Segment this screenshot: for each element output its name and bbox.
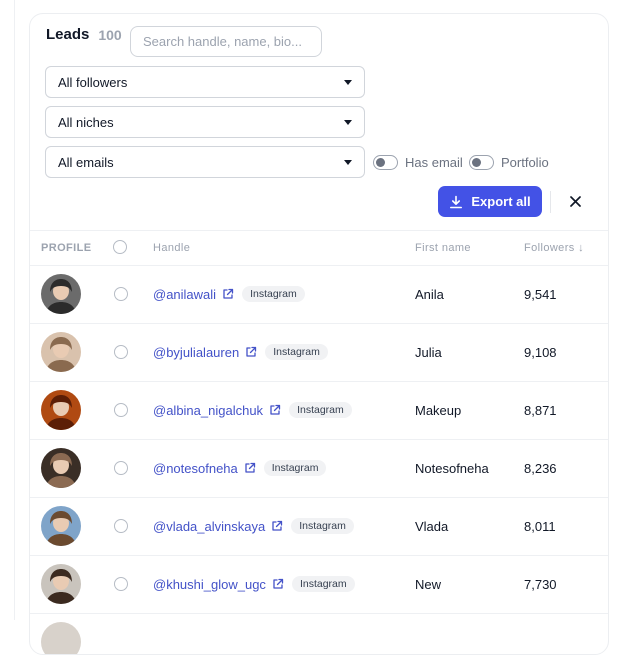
portfolio-toggle[interactable] [469,155,494,170]
table-header: PROFILE Handle First name Followers ↓ [30,230,608,266]
avatar [41,332,81,372]
table-row[interactable]: @anilawali Instagram Anila 9,541 [30,266,608,324]
niches-filter-select[interactable]: All niches [45,106,365,138]
column-header-profile: PROFILE [41,242,92,254]
toolbar-divider [550,191,551,213]
handle-cell: @khushi_glow_ugc Instagram [153,576,355,592]
select-all-checkbox[interactable] [113,240,127,254]
handle-cell: @notesofneha Instagram [153,460,327,476]
leads-header: Leads 100 [46,26,122,43]
handle-cell: @albina_nigalchuk Instagram [153,402,352,418]
first-name-cell: Notesofneha [415,461,489,476]
followers-filter-value: All followers [58,74,128,90]
handle-link[interactable]: @khushi_glow_ugc [153,577,266,592]
handle-cell: @anilawali Instagram [153,286,305,302]
platform-badge: Instagram [291,518,354,534]
handle-link[interactable]: @vlada_alvinskaya [153,519,265,534]
external-link-icon[interactable] [272,578,284,590]
avatar [41,506,81,546]
followers-cell: 9,108 [524,345,557,360]
followers-filter-select[interactable]: All followers [45,66,365,98]
row-checkbox[interactable] [114,403,128,417]
platform-badge: Instagram [291,576,355,592]
row-checkbox[interactable] [114,287,128,301]
avatar [41,448,81,488]
emails-filter-select[interactable]: All emails [45,146,365,178]
leads-count: 100 [98,26,122,43]
portfolio-label: Portfolio [501,155,549,170]
portfolio-toggle-group: Portfolio [469,155,549,170]
export-all-label: Export all [471,194,531,209]
first-name-cell: Makeup [415,403,462,418]
leads-table: PROFILE Handle First name Followers ↓ @a… [30,230,608,654]
column-header-handle: Handle [153,242,191,254]
followers-cell: 9,541 [524,287,557,302]
export-all-button[interactable]: Export all [438,186,542,217]
chevron-down-icon [344,160,352,165]
external-link-icon[interactable] [245,346,257,358]
platform-badge: Instagram [265,344,328,360]
table-row[interactable] [30,614,608,654]
close-icon [569,195,581,207]
has-email-toggle[interactable] [373,155,398,170]
handle-cell: @vlada_alvinskaya Instagram [153,518,354,534]
first-name-cell: Anila [415,287,444,302]
handle-cell: @byjulialauren Instagram [153,344,328,360]
emails-filter-value: All emails [58,154,114,170]
first-name-cell: Vlada [415,519,449,534]
followers-cell: 8,236 [524,461,557,476]
external-link-icon[interactable] [271,520,283,532]
avatar [41,622,81,654]
row-checkbox[interactable] [114,577,128,591]
search-input[interactable] [130,26,322,57]
handle-link[interactable]: @byjulialauren [153,345,239,360]
external-link-icon[interactable] [244,462,256,474]
table-row[interactable]: @vlada_alvinskaya Instagram Vlada 8,011 [30,498,608,556]
avatar [41,390,81,430]
handle-link[interactable]: @notesofneha [153,461,238,476]
followers-cell: 7,730 [524,577,557,592]
niches-filter-value: All niches [58,114,114,130]
chevron-down-icon [344,80,352,85]
download-icon [450,195,463,208]
first-name-cell: Julia [415,345,442,360]
external-link-icon[interactable] [222,288,234,300]
table-row[interactable]: @byjulialauren Instagram Julia 9,108 [30,324,608,382]
platform-badge: Instagram [242,286,305,302]
external-link-icon[interactable] [269,404,281,416]
platform-badge: Instagram [263,460,327,476]
page-left-border [14,0,15,620]
has-email-label: Has email [405,155,463,170]
followers-cell: 8,011 [524,519,556,534]
handle-link[interactable]: @albina_nigalchuk [153,403,263,418]
row-checkbox[interactable] [114,345,128,359]
close-button[interactable] [566,192,584,210]
first-name-cell: New [415,577,442,592]
avatar [41,564,81,604]
table-row[interactable]: @albina_nigalchuk Instagram Makeup 8,871 [30,382,608,440]
table-row[interactable]: @khushi_glow_ugc Instagram New 7,730 [30,556,608,614]
platform-badge: Instagram [289,402,352,418]
chevron-down-icon [344,120,352,125]
row-checkbox[interactable] [114,519,128,533]
handle-link[interactable]: @anilawali [153,287,216,302]
column-header-first-name[interactable]: First name [415,242,471,254]
row-checkbox[interactable] [114,461,128,475]
avatar [41,274,81,314]
leads-card: Leads 100 All followers All niches All e… [29,13,609,655]
table-row[interactable]: @notesofneha Instagram Notesofneha 8,236 [30,440,608,498]
column-header-followers[interactable]: Followers ↓ [524,242,584,254]
followers-cell: 8,871 [524,403,557,418]
leads-title: Leads [46,26,90,43]
has-email-toggle-group: Has email [373,155,463,170]
